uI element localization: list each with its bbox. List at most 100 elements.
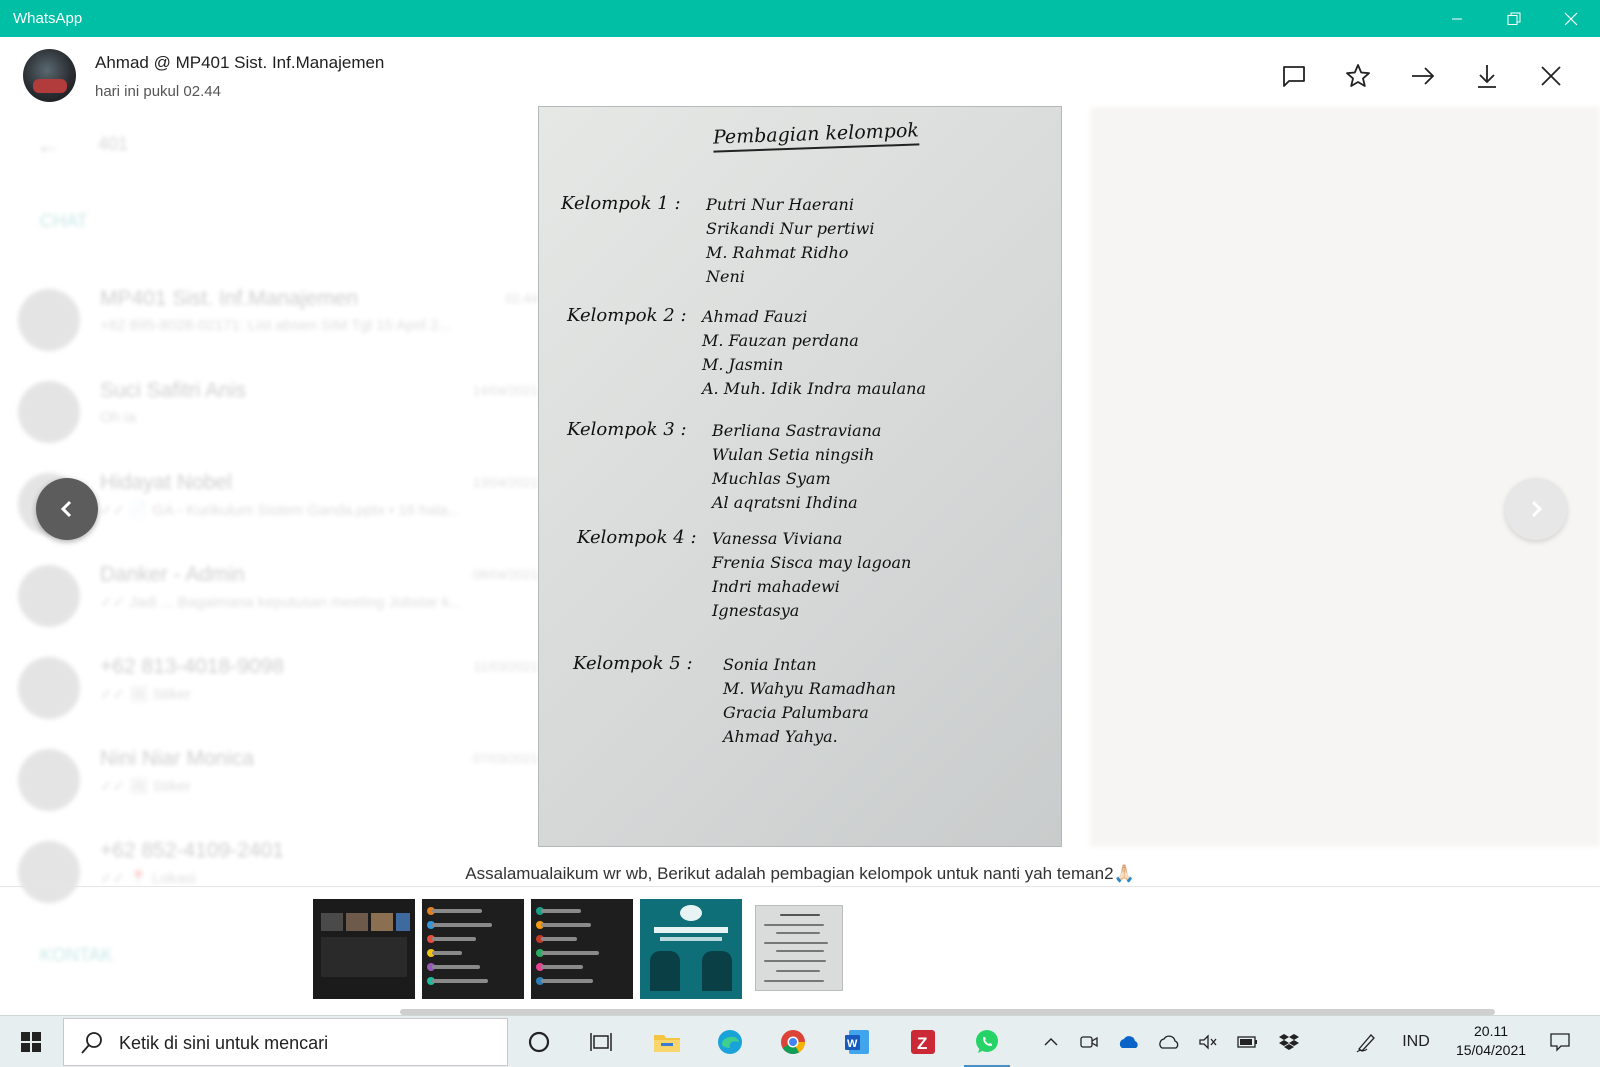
chat-preview: ✓✓ Jadi ... Bagaimana keputusan meeting … [100,594,462,611]
chat-name: Nini Niar Monica [100,747,255,770]
media-caption: Assalamualaikum wr wb, Berikut adalah pe… [465,864,1135,883]
member-name: Putri Nur Haerani [706,195,854,214]
chat-row: Danker - Admin 08/04/2021 ✓✓ Jadi ... Ba… [18,557,538,637]
chat-row: +62 813-4018-9098 11/03/2021 ✓✓ 🖼 Stiker [18,649,538,729]
thumbnail[interactable] [422,899,524,999]
message-timestamp: hari ini pukul 02.44 [95,83,221,100]
next-media-button[interactable] [1505,478,1567,540]
divider [0,886,1600,887]
chat-preview: ✓✓ 🖼 Stiker [100,686,191,703]
member-name: Wulan Setia ningsih [712,445,875,464]
onedrive-personal-button[interactable] [1154,1016,1184,1067]
section-contacts-label: KONTAK [40,945,113,965]
chat-preview: ✓✓ 🖼 Stiker [100,778,191,795]
edge-button[interactable] [699,1016,761,1067]
previous-media-button[interactable] [36,478,98,540]
chat-name: +62 852-4109-2401 [100,839,284,862]
show-hidden-icons-button[interactable] [1038,1016,1064,1067]
member-name: Ignestasya [712,601,800,620]
member-name: M. Wahyu Ramadhan [723,679,896,698]
svg-text:Z: Z [917,1034,927,1053]
chat-row: Suci Safitri Anis 14/04/2021 Oh ia [18,373,538,453]
onedrive-button[interactable] [1114,1016,1144,1067]
dropbox-icon [1279,1034,1299,1050]
taskbar-search-box[interactable]: Ketik di sini untuk mencari [63,1018,508,1066]
battery-button[interactable] [1233,1016,1263,1067]
star-button[interactable] [1338,57,1378,95]
zotero-button[interactable]: Z [892,1016,954,1067]
section-chats-label: CHAT [40,211,88,231]
chat-preview: ✓✓ 📄 GA - Kurikulum Sistem Ganda.pptx • … [100,502,461,519]
whatsapp-button[interactable] [956,1016,1018,1067]
go-to-message-button[interactable] [1274,57,1314,95]
avatar [18,381,80,443]
chrome-icon [781,1030,805,1055]
clock[interactable]: 20.11 15/04/2021 [1446,1022,1536,1060]
clock-time: 20.11 [1474,1023,1508,1039]
group-label: Kelompok 2 : [567,305,687,326]
media-image[interactable]: Pembagian kelompok Kelompok 1 : Putri Nu… [539,107,1061,846]
member-name: M. Fauzan perdana [702,331,859,350]
restore-button[interactable] [1485,0,1543,37]
member-name: Neni [706,267,745,286]
cortana-icon [528,1031,550,1053]
member-name: Al aqratsni Ihdina [712,493,858,512]
back-arrow-icon: ← [36,132,60,159]
window-close-button[interactable] [1542,0,1600,37]
chrome-button[interactable] [762,1016,824,1067]
paper-title: Pembagian kelompok [712,119,920,153]
task-view-button[interactable] [570,1016,632,1067]
thumbnail[interactable] [640,899,742,999]
download-icon [1478,65,1496,88]
member-name: M. Jasmin [702,355,784,374]
dropbox-button[interactable] [1274,1016,1304,1067]
member-name: Vanessa Viviana [712,529,843,548]
minimize-button[interactable] [1428,0,1486,37]
member-name: Ahmad Yahya. [723,727,838,746]
chat-date: 11/03/2021 [473,659,538,674]
download-button[interactable] [1467,57,1507,95]
thumbnail[interactable] [313,899,415,999]
input-language[interactable]: IND [1396,1016,1436,1067]
star-icon [1346,64,1370,87]
chat-preview: Oh ia [100,409,136,426]
pen-workspace-button[interactable] [1350,1016,1382,1067]
thumbnail-selected[interactable] [755,905,843,991]
thumbnail[interactable] [531,899,633,999]
app-title: WhatsApp [13,10,83,27]
chat-name: Suci Safitri Anis [100,379,246,402]
chat-date: 08/04/2021 [472,567,538,582]
member-name: Muchlas Syam [712,469,831,488]
chat-name: Danker - Admin [100,563,245,586]
chat-preview: +62 895-8028-02171: List absen SIM Tgl 1… [100,317,452,334]
volume-button[interactable] [1194,1016,1222,1067]
group-members: Ahmad Fauzi M. Fauzan perdana M. Jasmin … [702,305,926,401]
member-name: Indri mahadewi [712,577,840,596]
cortana-button[interactable] [508,1016,570,1067]
meet-now-button[interactable] [1075,1016,1103,1067]
chat-date: 02.44 [505,291,538,306]
member-name: Ahmad Fauzi [702,307,808,326]
member-name: M. Rahmat Ridho [706,243,849,262]
avatar [18,749,80,811]
cloud-icon [1159,1035,1179,1049]
sender-avatar[interactable] [23,49,76,102]
svg-text:W: W [847,1038,858,1050]
word-button[interactable]: W [826,1016,888,1067]
member-name: Gracia Palumbara [723,703,869,722]
pen-icon [1356,1034,1375,1053]
chat-name: Hidayat Nobel [100,471,232,494]
forward-button[interactable] [1403,57,1443,95]
media-viewer-header: Ahmad @ MP401 Sist. Inf.Manajemen hari i… [0,37,1600,109]
group-members: Putri Nur Haerani Srikandi Nur pertiwi M… [706,193,874,289]
start-button[interactable] [0,1016,62,1067]
file-explorer-button[interactable] [636,1016,698,1067]
group-label: Kelompok 5 : [573,653,693,674]
close-viewer-button[interactable] [1531,57,1571,95]
action-center-button[interactable] [1540,1016,1580,1067]
forward-icon [1412,67,1435,85]
search-placeholder: Ketik di sini untuk mencari [119,1033,329,1053]
chevron-up-icon [1044,1038,1058,1046]
close-icon [1564,12,1578,25]
close-icon [1541,66,1561,86]
